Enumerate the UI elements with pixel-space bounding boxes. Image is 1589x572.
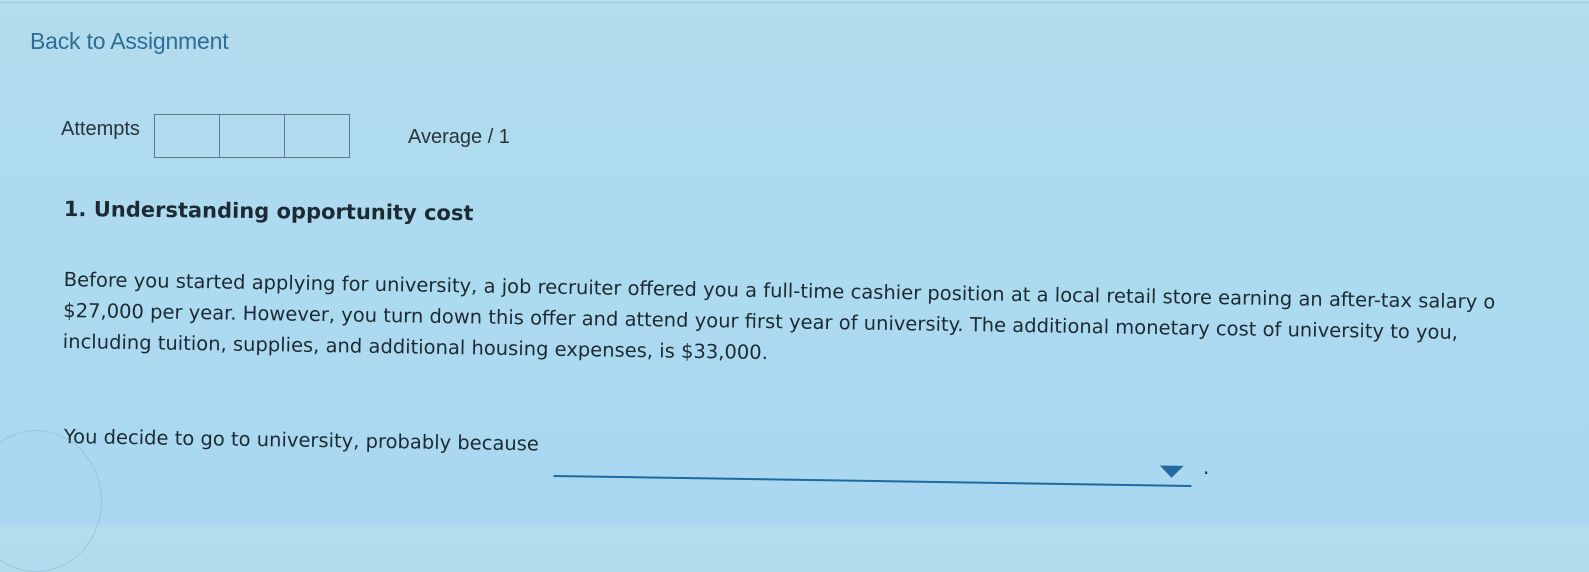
attempt-indicator xyxy=(154,114,350,158)
question-passage: Before you started applying for universi… xyxy=(63,264,1584,381)
sentence-period: . xyxy=(1203,455,1210,479)
attempt-box-2 xyxy=(220,115,285,157)
top-divider xyxy=(0,2,1589,3)
back-to-assignment-link[interactable]: Back to Assignment xyxy=(30,28,229,55)
attempt-box-1 xyxy=(155,115,220,157)
average-score: Average / 1 xyxy=(408,126,510,148)
question-title: 1. Understanding opportunity cost xyxy=(63,197,474,226)
question-prompt: You decide to go to university, probably… xyxy=(63,425,540,456)
caret-down-icon[interactable] xyxy=(1159,465,1184,478)
attempt-box-3 xyxy=(285,115,349,157)
answer-dropdown[interactable] xyxy=(553,445,1192,488)
screen-glare xyxy=(0,430,102,572)
attempts-label: Attempts xyxy=(61,118,140,140)
